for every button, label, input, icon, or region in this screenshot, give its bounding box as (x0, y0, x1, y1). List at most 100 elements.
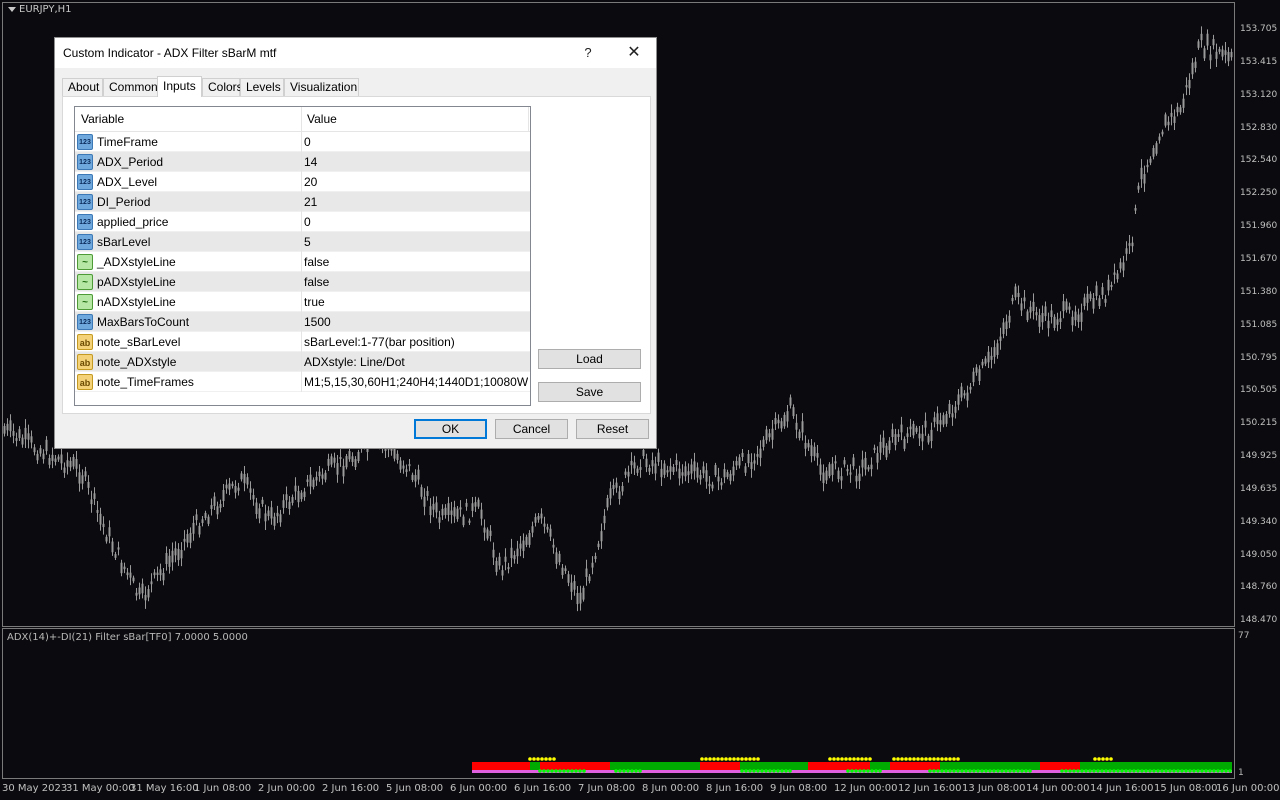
candle-body (543, 523, 546, 527)
input-row-di-period[interactable]: 123 DI_Period 21 (75, 192, 530, 212)
variable-value[interactable]: sBarLevel:1-77(bar position) (304, 332, 528, 352)
indicator-dot (992, 769, 996, 773)
indicator-dot (948, 757, 952, 761)
candle-body (1032, 301, 1035, 311)
candle-body (198, 525, 201, 535)
indicator-dot (558, 769, 562, 773)
variable-value[interactable]: M1;5,15,30,60H1;240H4;1440D1;10080W1... (304, 372, 528, 392)
input-row-timeframe[interactable]: 123 TimeFrame 0 (75, 132, 530, 152)
candle-body (777, 419, 780, 424)
variable-value[interactable]: 14 (304, 152, 528, 172)
close-button[interactable]: ✕ (611, 38, 657, 68)
candle-body (939, 420, 942, 425)
inputs-grid[interactable]: Variable Value 123 TimeFrame 0 123 ADX_Perio… (74, 106, 531, 406)
candle-body (1041, 313, 1044, 323)
candle-body (1155, 143, 1158, 154)
input-row-sbarlevel[interactable]: 123 sBarLevel 5 (75, 232, 530, 252)
indicator-dot (900, 757, 904, 761)
variable-value[interactable]: false (304, 272, 528, 292)
save-button[interactable]: Save (538, 382, 641, 402)
input-row-maxbarstocount[interactable]: 123 MaxBarsToCount 1500 (75, 312, 530, 332)
input-row-applied-price[interactable]: 123 applied_price 0 (75, 212, 530, 232)
variable-value[interactable]: 0 (304, 212, 528, 232)
chart-symbol-label[interactable]: EURJPY,H1 (8, 4, 72, 15)
variable-value[interactable]: 5 (304, 232, 528, 252)
indicator-dot (544, 757, 548, 761)
candle-body (456, 508, 459, 520)
grid-header: Variable Value (75, 107, 530, 132)
input-row-note-sbarlevel[interactable]: ab note_sBarLevel sBarLevel:1-77(bar posit… (75, 332, 530, 352)
tab-common[interactable]: Common (103, 78, 158, 97)
indicator-bar-segment (1080, 762, 1100, 770)
input-row-note-adxstyle[interactable]: ab note_ADXstyle ADXstyle: Line/Dot (75, 352, 530, 372)
candle-body (597, 543, 600, 548)
candle-body (822, 472, 825, 484)
indicator-dot (760, 769, 764, 773)
indicator-dot (704, 757, 708, 761)
indicator-dot (1140, 769, 1144, 773)
input-row-note-timeframes[interactable]: ab note_TimeFrames M1;5,15,30,60H1;240H4;1… (75, 372, 530, 392)
candle-body (771, 428, 774, 440)
column-header-variable[interactable]: Variable (81, 107, 124, 132)
candle-body (324, 472, 327, 480)
variable-value[interactable]: 1500 (304, 312, 528, 332)
time-axis-label: 31 May 16:00 (130, 783, 199, 794)
load-button[interactable]: Load (538, 349, 641, 369)
variable-value[interactable]: ADXstyle: Line/Dot (304, 352, 528, 372)
candle-body (66, 460, 69, 467)
indicator-dot (874, 769, 878, 773)
candle-body (159, 569, 162, 576)
candle-body (981, 361, 984, 366)
column-divider[interactable] (528, 107, 529, 132)
numeric-icon: 123 (77, 234, 93, 250)
indicator-dot (924, 757, 928, 761)
ok-button[interactable]: OK (414, 419, 487, 439)
column-header-value[interactable]: Value (307, 107, 337, 132)
variable-value[interactable]: false (304, 252, 528, 272)
input-row-adx-period[interactable]: 123 ADX_Period 14 (75, 152, 530, 172)
input-row-nadxstyleline[interactable]: ~ nADXstyleLine true (75, 292, 530, 312)
time-axis-label: 2 Jun 16:00 (322, 783, 380, 794)
candle-body (69, 460, 72, 468)
indicator-dot (566, 769, 570, 773)
candle-body (399, 460, 402, 470)
column-divider[interactable] (301, 107, 302, 132)
string-icon: ab (77, 374, 93, 390)
variable-value[interactable]: 21 (304, 192, 528, 212)
candle-body (297, 490, 300, 503)
dialog-titlebar[interactable]: Custom Indicator - ADX Filter sBarM mtf … (55, 38, 656, 68)
candle-body (792, 407, 795, 417)
indicator-dot (848, 757, 852, 761)
indicator-dot (732, 757, 736, 761)
input-row-adxstyleline[interactable]: ~ _ADXstyleLine false (75, 252, 530, 272)
candle-body (774, 418, 777, 425)
candle-body (1056, 319, 1059, 325)
input-row-padxstyleline[interactable]: ~ pADXstyleLine false (75, 272, 530, 292)
reset-button[interactable]: Reset (576, 419, 649, 439)
candle-body (636, 468, 639, 473)
candle-body (1173, 116, 1176, 123)
price-axis-label: 151.670 (1240, 253, 1278, 264)
candle-body (234, 486, 237, 493)
tab-inputs[interactable]: Inputs (157, 76, 202, 97)
candle-body (36, 453, 39, 461)
price-axis-label: 151.960 (1240, 221, 1278, 232)
candle-body (1011, 298, 1014, 302)
input-row-adx-level[interactable]: 123 ADX_Level 20 (75, 172, 530, 192)
variable-value[interactable]: 0 (304, 132, 528, 152)
tab-visualization[interactable]: Visualization (284, 78, 359, 97)
candle-body (1104, 298, 1107, 303)
candle-body (105, 536, 108, 542)
help-button[interactable]: ? (565, 38, 611, 68)
candle-body (336, 463, 339, 475)
variable-value[interactable]: 20 (304, 172, 528, 192)
candle-body (1014, 286, 1017, 298)
candle-body (162, 573, 165, 581)
tab-colors[interactable]: Colors (202, 78, 243, 97)
candle-body (54, 458, 57, 462)
tab-about[interactable]: About (62, 78, 103, 97)
tab-levels[interactable]: Levels (240, 78, 284, 97)
variable-value[interactable]: true (304, 292, 528, 312)
cancel-button[interactable]: Cancel (495, 419, 568, 439)
candle-body (762, 439, 765, 447)
